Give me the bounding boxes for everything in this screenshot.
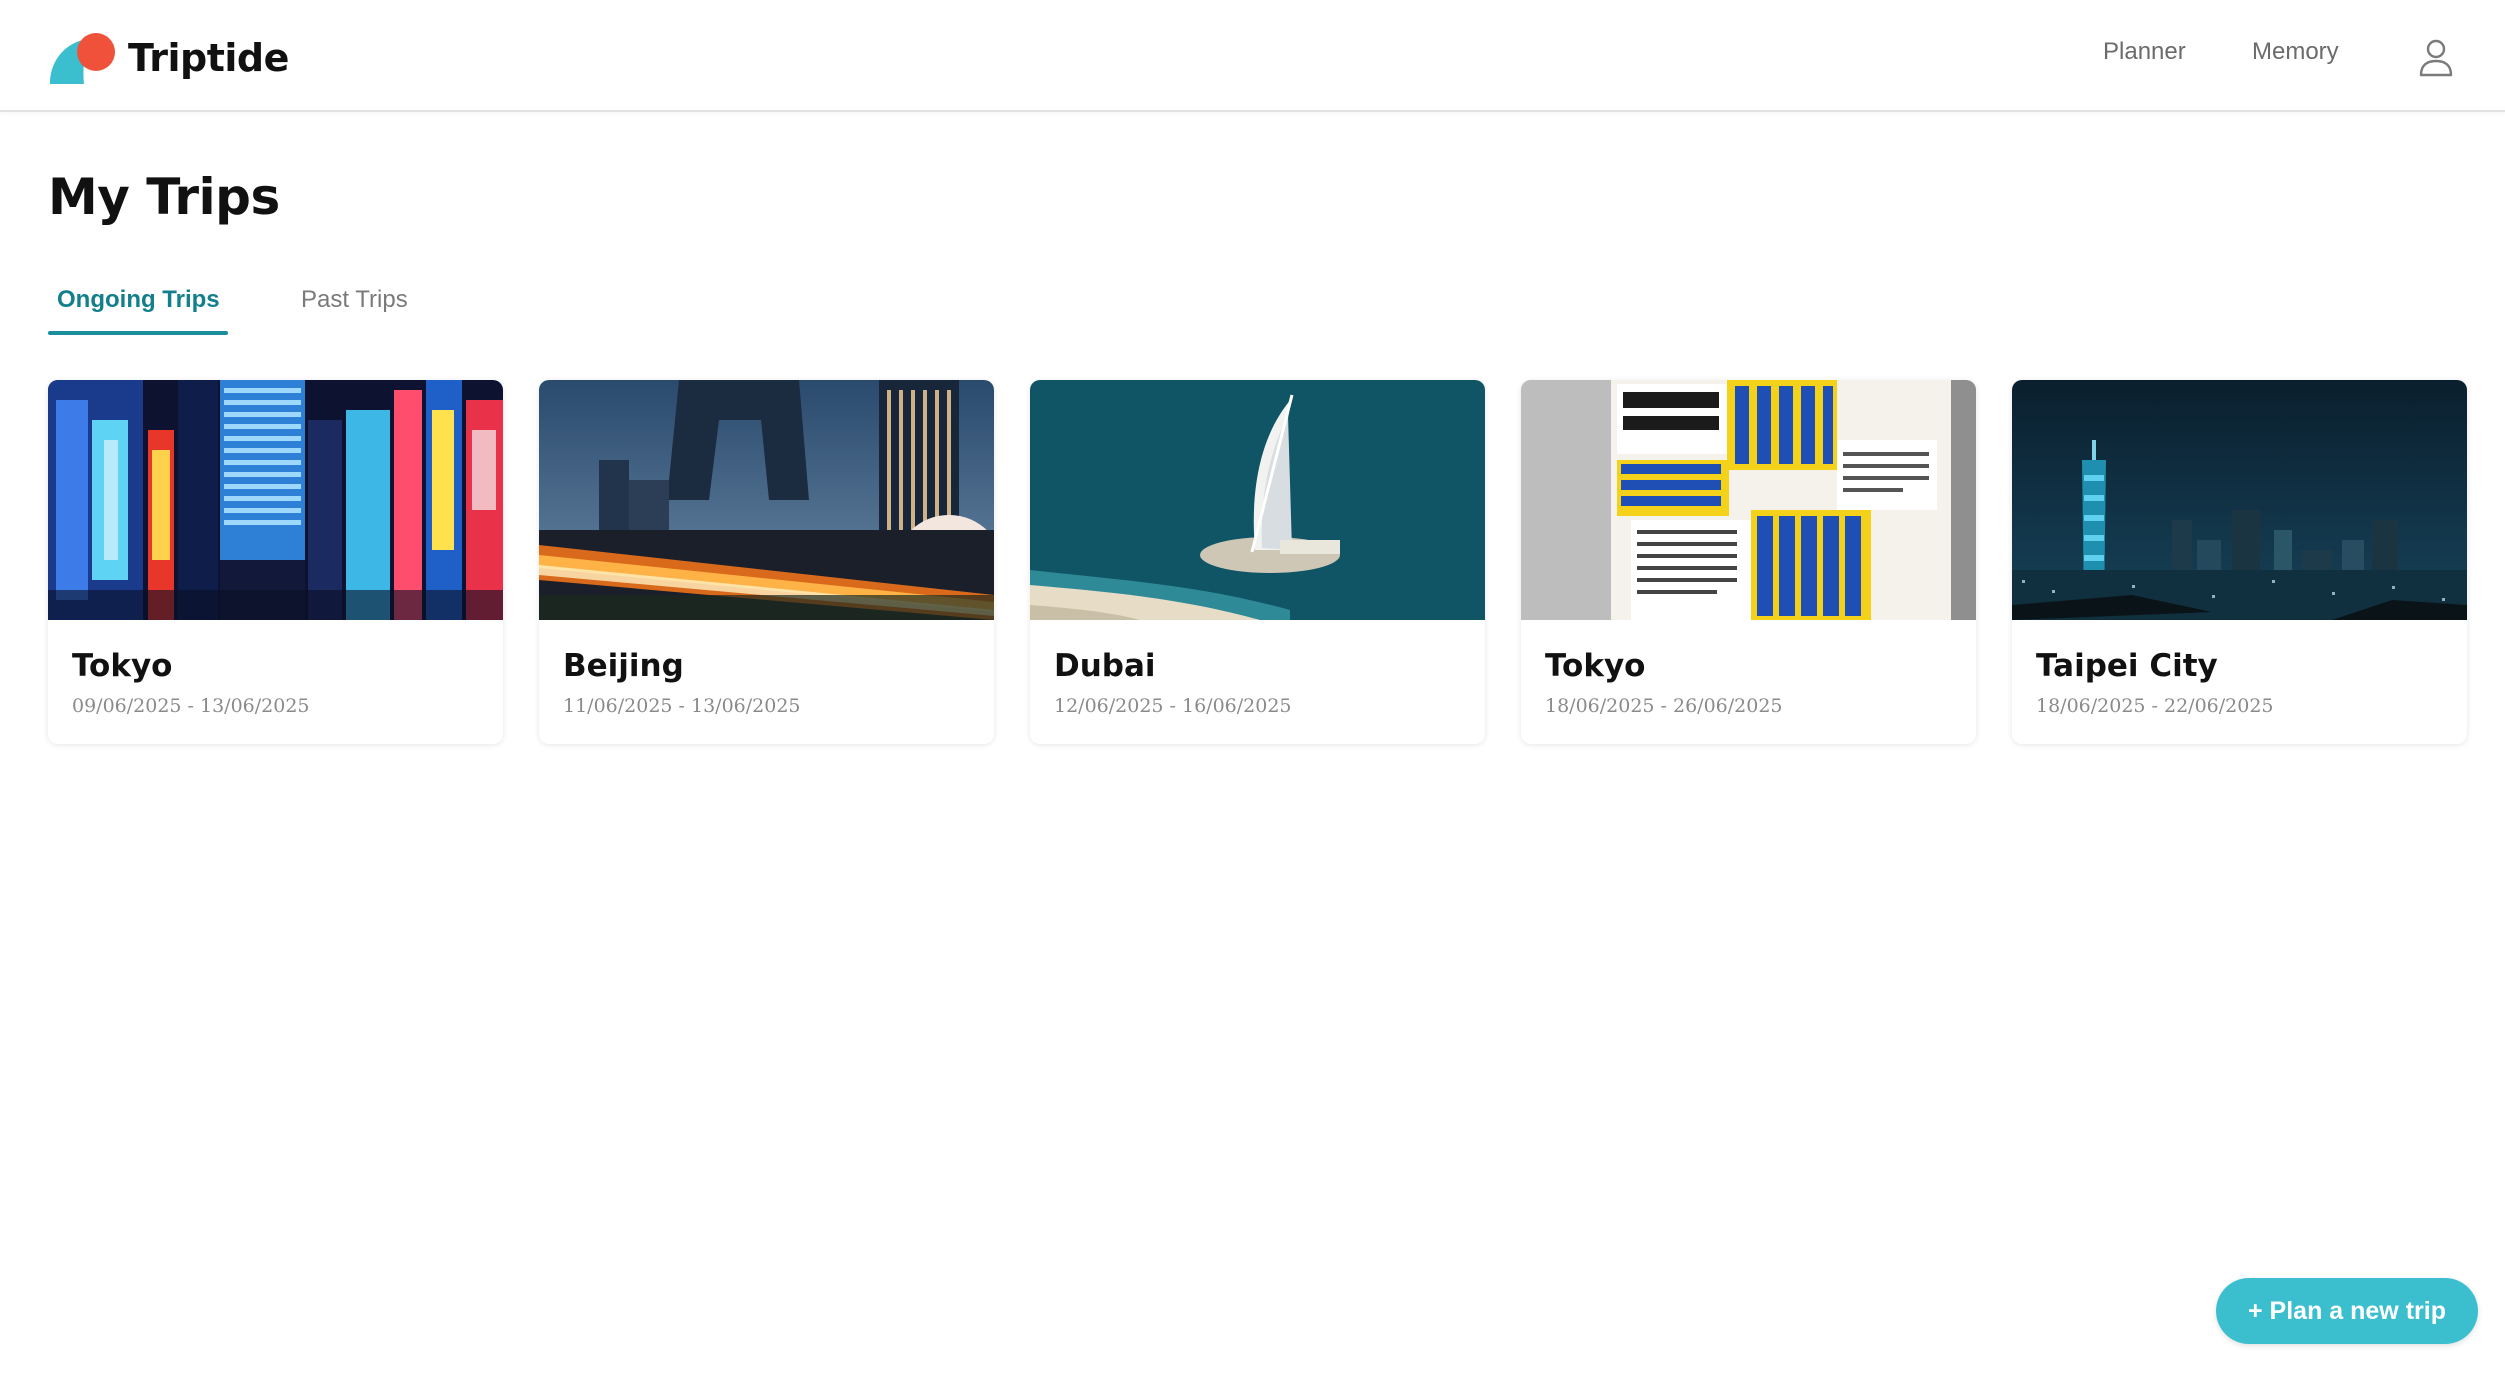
- tower-skyline-night-photo: [2012, 380, 2467, 620]
- trip-city: Dubai: [1054, 648, 1156, 684]
- trip-card[interactable]: Tokyo 18/06/2025 - 26/06/2025: [1521, 380, 1976, 744]
- studio-poster-photo: [1521, 380, 1976, 620]
- nav-link-memory[interactable]: Memory: [2252, 38, 2339, 66]
- trip-city: Beijing: [563, 648, 684, 684]
- triptide-logo-icon: [50, 33, 115, 84]
- trip-dates: 09/06/2025 - 13/06/2025: [72, 695, 310, 717]
- plan-new-trip-button[interactable]: + Plan a new trip: [2216, 1278, 2478, 1344]
- trip-card[interactable]: Taipei City 18/06/2025 - 22/06/2025: [2012, 380, 2467, 744]
- trip-card[interactable]: Beijing 11/06/2025 - 13/06/2025: [539, 380, 994, 744]
- trip-city: Tokyo: [72, 648, 173, 684]
- trip-tabs: Ongoing Trips Past Trips: [48, 282, 528, 336]
- user-icon: [2419, 39, 2453, 77]
- tab-ongoing-trips[interactable]: Ongoing Trips: [57, 286, 220, 314]
- profile-button[interactable]: [2418, 38, 2454, 78]
- trip-card[interactable]: Dubai 12/06/2025 - 16/06/2025: [1030, 380, 1485, 744]
- city-skyline-night-photo: [539, 380, 994, 620]
- trip-dates: 18/06/2025 - 22/06/2025: [2036, 695, 2274, 717]
- page-title: My Trips: [48, 168, 280, 226]
- brand-name: Triptide: [128, 36, 289, 80]
- top-navigation-bar: Triptide Planner Memory: [0, 0, 2505, 112]
- sail-hotel-aerial-photo: [1030, 380, 1485, 620]
- trip-card[interactable]: Tokyo 09/06/2025 - 13/06/2025: [48, 380, 503, 744]
- neon-street-photo: [48, 380, 503, 620]
- trip-dates: 18/06/2025 - 26/06/2025: [1545, 695, 1783, 717]
- trip-city: Taipei City: [2036, 648, 2218, 684]
- trip-dates: 12/06/2025 - 16/06/2025: [1054, 695, 1292, 717]
- trip-city: Tokyo: [1545, 648, 1646, 684]
- active-tab-indicator: [48, 331, 228, 335]
- trip-card-list: Tokyo 09/06/2025 - 13/06/2025 Beijing 11…: [48, 380, 2467, 745]
- brand-home-link[interactable]: Triptide: [48, 30, 289, 86]
- tab-past-trips[interactable]: Past Trips: [301, 286, 408, 314]
- trip-dates: 11/06/2025 - 13/06/2025: [563, 695, 801, 717]
- nav-link-planner[interactable]: Planner: [2103, 38, 2186, 66]
